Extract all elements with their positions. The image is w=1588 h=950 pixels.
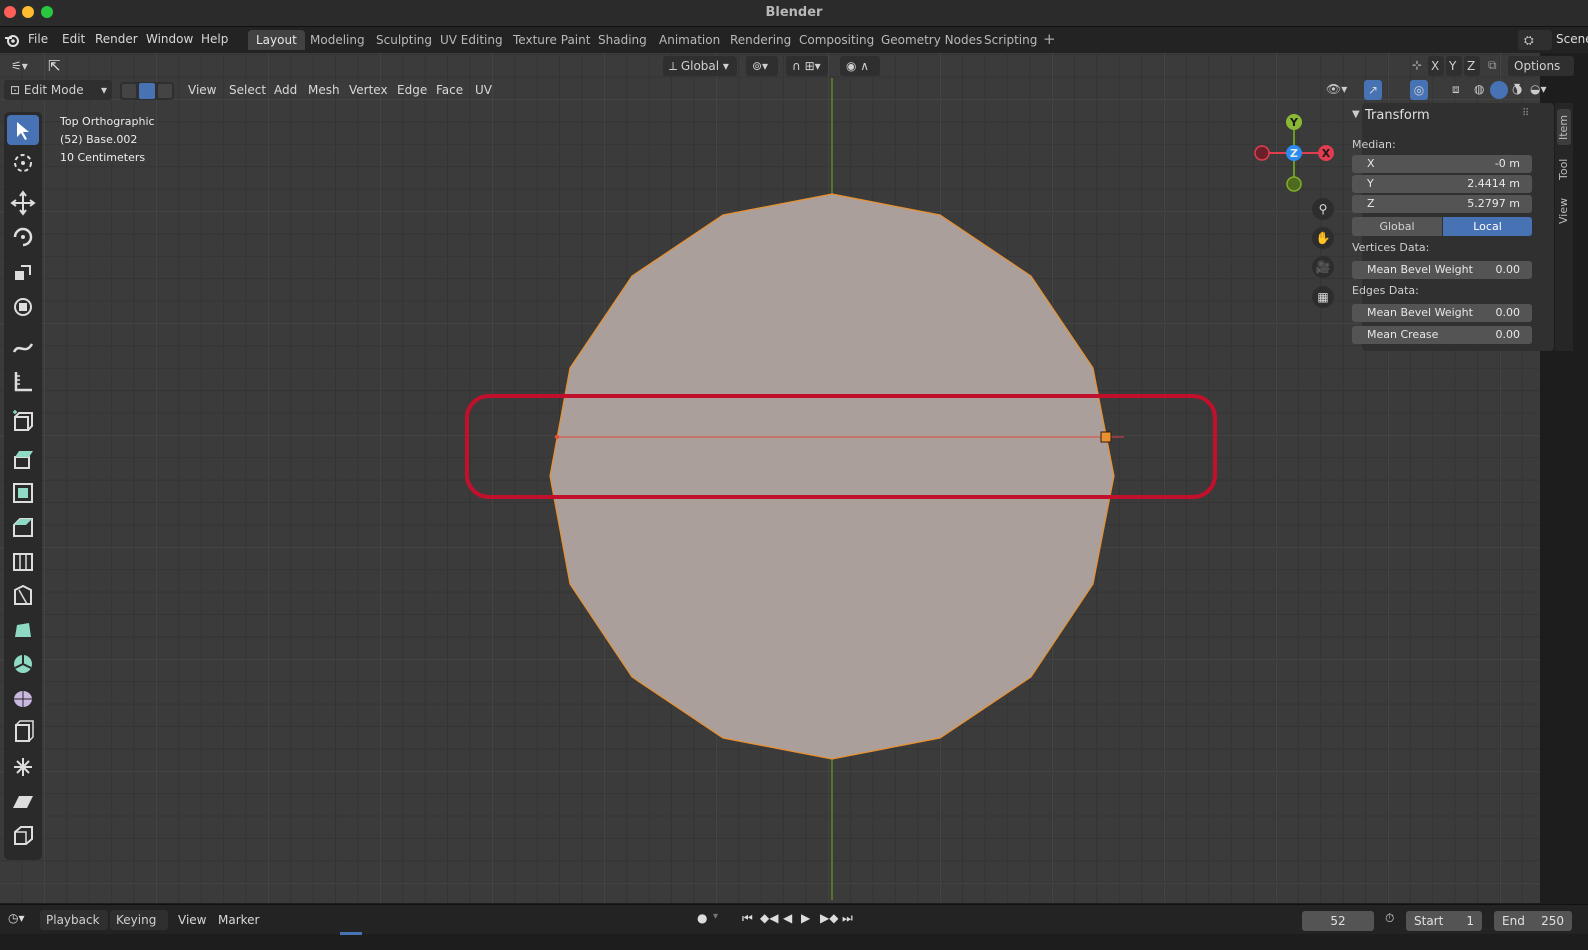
play-reverse-icon[interactable]: ◀ xyxy=(783,911,792,925)
z-label: Z xyxy=(1367,197,1375,210)
y-label: Y xyxy=(1367,177,1374,190)
gizmo-z-label: Z xyxy=(1290,147,1298,160)
x-label: X xyxy=(1367,157,1375,170)
preview-range-clock-icon[interactable]: ⏱ xyxy=(1385,911,1394,926)
vertices-data-label: Vertices Data: xyxy=(1352,241,1430,254)
timeline-editor-icon[interactable]: ◷▾ xyxy=(8,911,25,925)
jump-to-end-icon[interactable]: ⏭ xyxy=(842,911,853,926)
start-value: 1 xyxy=(1466,914,1474,928)
median-x-field[interactable]: X -0 m xyxy=(1352,155,1532,173)
sidebar-tab-view[interactable]: View xyxy=(1557,193,1571,229)
zoom-icon[interactable]: ⚲ xyxy=(1312,198,1334,220)
panel-drag-icon[interactable]: ⠿ xyxy=(1522,108,1529,119)
y-value: 2.4414 m xyxy=(1467,177,1520,190)
gizmo-y[interactable]: Y xyxy=(1286,114,1302,130)
timeline-menu-marker[interactable]: Marker xyxy=(218,913,259,927)
gizmo-z[interactable]: Z xyxy=(1286,145,1302,161)
crease-label: Mean Crease xyxy=(1367,328,1439,341)
gizmo-y-label: Y xyxy=(1289,116,1299,129)
gizmo-neg-x[interactable] xyxy=(1254,145,1270,161)
current-frame-field[interactable]: 52 xyxy=(1302,911,1374,931)
timeline-menu-view[interactable]: View xyxy=(178,913,206,927)
edge-bevel-weight-field[interactable]: Mean Bevel Weight 0.00 xyxy=(1352,304,1532,322)
transform-panel-title[interactable]: Transform xyxy=(1365,108,1430,123)
active-vertex[interactable] xyxy=(1100,431,1112,443)
keyframe-dropdown-icon[interactable]: ▾ xyxy=(713,911,718,922)
next-keyframe-icon[interactable]: ▶◆ xyxy=(820,911,838,925)
mean-crease-field[interactable]: Mean Crease 0.00 xyxy=(1352,326,1532,344)
scene-name[interactable]: Scene xyxy=(1556,32,1588,46)
end-label: End xyxy=(1502,914,1525,928)
status-accent-mark xyxy=(340,932,362,935)
pan-hand-icon[interactable]: ✋ xyxy=(1312,227,1334,249)
perspective-toggle-icon[interactable]: ▦ xyxy=(1312,286,1334,308)
prev-keyframe-icon[interactable]: ◆◀ xyxy=(760,911,778,925)
playback-label: Playback xyxy=(46,913,100,927)
edge-bevel-value: 0.00 xyxy=(1495,306,1521,319)
sidebar-tab-item[interactable]: Item xyxy=(1557,109,1571,145)
median-label: Median: xyxy=(1352,138,1396,151)
gizmo-x-label: X xyxy=(1322,147,1331,160)
end-frame-field[interactable]: End 250 xyxy=(1494,911,1572,931)
edges-data-label: Edges Data: xyxy=(1352,284,1419,297)
median-y-field[interactable]: Y 2.4414 m xyxy=(1352,175,1532,193)
vertex-bevel-weight-field[interactable]: Mean Bevel Weight 0.00 xyxy=(1352,261,1532,279)
sidebar-n-panel: ▼ Transform ⠿ Median: X -0 m Y 2.4414 m Z 5… xyxy=(1352,103,1554,351)
play-icon[interactable]: ▶ xyxy=(801,911,810,925)
gizmo-x[interactable]: X xyxy=(1318,145,1334,161)
crease-value: 0.00 xyxy=(1495,328,1521,341)
gizmo-neg-y[interactable] xyxy=(1286,176,1302,192)
local-toggle[interactable]: Local xyxy=(1443,217,1532,236)
camera-view-icon[interactable]: 🎥 xyxy=(1312,256,1334,278)
edge-bevel-label: Mean Bevel Weight xyxy=(1367,306,1473,319)
collapse-triangle-icon[interactable]: ▼ xyxy=(1352,109,1360,120)
navigation-gizmo[interactable]: Y X Z xyxy=(1250,110,1340,200)
median-z-field[interactable]: Z 5.2797 m xyxy=(1352,195,1532,213)
playback-menu[interactable]: Playback ▾ xyxy=(40,910,108,947)
status-bar xyxy=(0,932,1588,946)
end-value: 250 xyxy=(1541,914,1564,928)
keying-menu[interactable]: Keying ▾ xyxy=(110,910,168,947)
sidebar-tabs: Item Tool View xyxy=(1555,103,1573,351)
sidebar-tab-tool[interactable]: Tool xyxy=(1557,153,1571,185)
record-keyframe-icon[interactable]: ● xyxy=(697,911,707,925)
vertex-bevel-value: 0.00 xyxy=(1495,263,1521,276)
vertex-bevel-label: Mean Bevel Weight xyxy=(1367,263,1473,276)
z-value: 5.2797 m xyxy=(1467,197,1520,210)
global-toggle[interactable]: Global xyxy=(1352,217,1442,236)
keying-label: Keying xyxy=(116,913,157,927)
mesh-face[interactable] xyxy=(549,193,1115,760)
x-value: -0 m xyxy=(1494,157,1520,170)
left-vertex[interactable] xyxy=(554,434,560,440)
timeline-header: ◷▾ Playback ▾ Keying ▾ View Marker ● ▾ ⏮… xyxy=(0,904,1588,947)
jump-to-start-icon[interactable]: ⏮ xyxy=(742,911,753,926)
start-label: Start xyxy=(1414,914,1444,928)
start-frame-field[interactable]: Start 1 xyxy=(1406,911,1482,931)
